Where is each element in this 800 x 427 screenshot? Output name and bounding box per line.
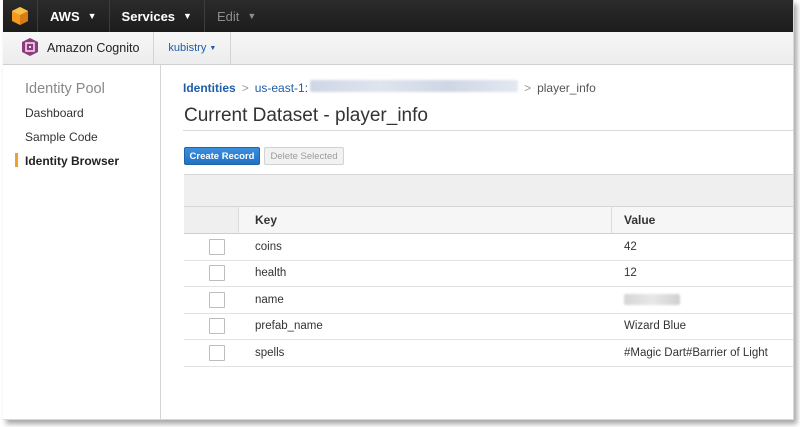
chevron-down-icon: ▼ [209,44,217,52]
row-key: spells [255,346,285,359]
delete-selected-button[interactable]: Delete Selected [264,147,344,165]
breadcrumb-identity-id[interactable]: us-east-1: [254,80,519,95]
service-home-link[interactable]: Amazon Cognito [3,32,155,64]
sidebar: Identity Pool Dashboard Sample Code Iden… [3,65,161,419]
header-select-cell [184,207,239,233]
aws-cube-icon[interactable] [3,0,37,32]
row-select-cell [184,234,239,260]
edit-menu-label: Edit [216,8,240,24]
create-record-button[interactable]: Create Record [184,147,260,165]
pool-selector-label: kubistry [168,42,207,54]
row-checkbox[interactable] [208,265,225,282]
table-toolbar [184,174,793,207]
row-checkbox[interactable] [208,291,225,308]
chevron-down-icon: ▼ [247,11,257,21]
redacted-value [624,294,680,306]
chevron-down-icon: ▼ [183,11,192,21]
services-menu[interactable]: Services ▼ [108,0,204,32]
service-bar: Amazon Cognito kubistry ▼ [3,32,793,65]
row-key: name [255,293,284,306]
top-navigation-bar: AWS ▼ Services ▼ Edit ▼ [3,0,793,32]
page-title: Current Dataset - player_info [184,105,428,126]
table-row[interactable]: health 12 [184,261,793,287]
row-checkbox[interactable] [208,318,225,335]
sidebar-item-sample-code[interactable]: Sample Code [25,130,98,144]
redacted-identity-id [310,80,519,92]
aws-menu[interactable]: AWS ▼ [37,0,109,32]
row-key: coins [255,240,282,253]
row-key: health [255,267,287,280]
breadcrumb-separator: > [241,80,249,95]
breadcrumb: Identities > us-east-1: > player_info [183,80,596,95]
sidebar-item-identity-browser[interactable]: Identity Browser [25,154,119,168]
row-value: Wizard Blue [624,320,686,333]
column-header-value[interactable]: Value [612,207,793,233]
table-row[interactable]: spells #Magic Dart#Barrier of Light [184,340,793,367]
row-select-cell [184,340,239,366]
row-select-cell [184,314,239,340]
breadcrumb-separator: > [524,80,532,95]
sidebar-title: Identity Pool [25,81,105,97]
identity-prefix: us-east-1: [254,81,309,95]
table-header: Key Value [184,207,793,234]
row-checkbox[interactable] [208,238,225,255]
breadcrumb-current: player_info [537,80,596,95]
row-select-cell [184,261,239,287]
row-checkbox[interactable] [208,344,225,361]
row-select-cell [184,287,239,313]
screenshot-frame: AWS ▼ Services ▼ Edit ▼ Amazon Cognito k… [3,0,794,420]
service-name: Amazon Cognito [47,41,140,55]
aws-menu-label: AWS [50,8,80,24]
row-value: 12 [624,267,637,280]
edit-menu[interactable]: Edit ▼ [203,0,268,32]
table-row[interactable]: name [184,287,793,314]
pool-selector[interactable]: kubistry ▼ [154,32,232,64]
services-menu-label: Services [121,8,176,24]
cognito-icon [21,37,39,60]
column-header-key[interactable]: Key [239,207,612,233]
row-value: #Magic Dart#Barrier of Light [624,346,768,359]
divider [183,130,793,131]
breadcrumb-identities[interactable]: Identities [183,81,236,95]
table-row[interactable]: coins 42 [184,234,793,261]
table-row[interactable]: prefab_name Wizard Blue [184,314,793,340]
active-indicator [15,153,18,167]
sidebar-item-dashboard[interactable]: Dashboard [25,106,84,120]
row-key: prefab_name [255,320,323,333]
chevron-down-icon: ▼ [87,11,97,21]
row-value [612,287,793,313]
row-value: 42 [624,240,637,253]
dataset-table: Key Value coins 42 health 12 name prefab… [184,174,793,367]
